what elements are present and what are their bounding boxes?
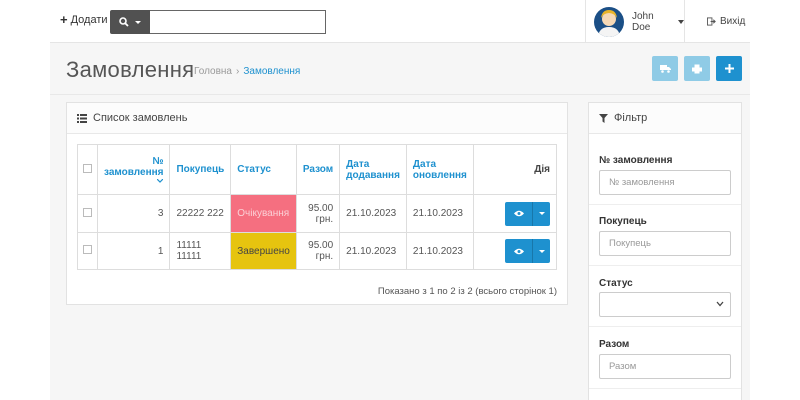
filter-heading: Фільтр [589, 103, 741, 134]
search-type-button[interactable] [110, 10, 150, 34]
order-no: 1 [96, 232, 171, 270]
breadcrumb: Головна › Замовлення [194, 66, 300, 77]
status-select[interactable] [599, 292, 731, 317]
top-navbar: + Додати John Doe Вихід [50, 0, 750, 43]
filter-panel: Фільтр № замовлення Покупець Статус Разо… [588, 102, 742, 400]
total-input[interactable] [599, 354, 731, 379]
date-added: 21.10.2023 [339, 194, 407, 233]
order-actions-dropdown[interactable] [532, 201, 550, 226]
column-header-order-no[interactable]: № замовлення [96, 144, 171, 195]
divider [589, 326, 741, 327]
select-all-cell [77, 144, 98, 195]
column-header-status[interactable]: Статус [230, 144, 297, 195]
chevron-down-icon [716, 301, 724, 307]
logout-icon [707, 17, 716, 26]
orders-table: № замовлення Покупець Статус Разом Дата … [77, 144, 558, 270]
search-input[interactable] [150, 10, 326, 34]
filter-icon [599, 113, 608, 123]
logout-link[interactable]: Вихід [707, 16, 745, 27]
order-actions-dropdown[interactable] [532, 239, 550, 263]
page-header: Замовлення Головна › Замовлення [50, 43, 750, 95]
column-header-customer[interactable]: Покупець [169, 144, 232, 195]
filter-title: Фільтр [614, 112, 648, 124]
date-added: 21.10.2023 [339, 232, 407, 270]
search-icon [119, 17, 129, 27]
date-modified: 21.10.2023 [405, 194, 474, 233]
order-no: 3 [96, 194, 171, 233]
print-icon [692, 64, 702, 73]
list-icon [77, 113, 87, 123]
chevron-down-icon [538, 212, 545, 215]
add-order-button[interactable] [716, 56, 742, 81]
row-checkbox[interactable] [83, 207, 92, 217]
plus-icon [724, 64, 734, 73]
column-header-action: Дія [472, 144, 558, 195]
user-menu[interactable]: John Doe [585, 0, 685, 43]
add-button[interactable]: + Додати [60, 12, 108, 27]
status-badge: Завершено [230, 232, 297, 270]
divider [589, 204, 741, 205]
date-modified: 21.10.2023 [405, 232, 474, 270]
breadcrumb-home[interactable]: Головна [194, 66, 232, 77]
column-header-date-modified[interactable]: Дата оновлення [405, 144, 474, 195]
user-name: John Doe [632, 10, 654, 33]
plus-icon: + [60, 12, 68, 27]
sort-down-icon [157, 179, 164, 183]
view-order-button[interactable] [505, 239, 532, 263]
add-label: Додати [70, 14, 108, 26]
total: 95.00 грн. [295, 232, 341, 270]
shipping-button[interactable] [652, 56, 678, 81]
pagination-info: Показано з 1 по 2 із 2 (всього сторінок … [377, 286, 557, 297]
breadcrumb-orders[interactable]: Замовлення [243, 66, 300, 77]
customer: 22222 222 [169, 194, 232, 233]
order-list-panel: Список замовлень № замовлення Покупець С… [66, 102, 568, 305]
breadcrumb-separator: › [236, 66, 240, 77]
column-header-date-added[interactable]: Дата додавання [339, 144, 407, 195]
status-label: Статус [599, 278, 633, 289]
divider [589, 265, 741, 266]
page-title: Замовлення [66, 57, 195, 82]
chevron-down-icon [678, 19, 684, 24]
chevron-down-icon [135, 20, 141, 24]
panel-title: Список замовлень [93, 112, 188, 124]
logout-label: Вихід [720, 16, 746, 27]
avatar [594, 6, 624, 37]
total: 95.00 грн. [295, 194, 341, 233]
eye-icon [513, 248, 524, 254]
eye-icon [513, 210, 524, 217]
divider [589, 388, 741, 389]
customer-input[interactable] [599, 231, 731, 256]
customer-label: Покупець [599, 216, 647, 227]
order-id-label: № замовлення [599, 155, 673, 166]
search-group [110, 10, 326, 34]
row-checkbox[interactable] [83, 245, 92, 254]
customer: 11111 11111 [169, 232, 232, 270]
print-button[interactable] [684, 56, 710, 81]
total-label: Разом [599, 339, 630, 350]
truck-icon [659, 65, 671, 73]
view-order-button[interactable] [505, 201, 532, 226]
select-all-checkbox[interactable] [83, 163, 92, 173]
column-header-total[interactable]: Разом [295, 144, 341, 195]
table-row: 1 11111 11111 Завершено 95.00 грн. 21.10… [77, 232, 558, 270]
chevron-down-icon [538, 249, 545, 253]
order-id-input[interactable] [599, 170, 731, 195]
panel-heading: Список замовлень [67, 103, 567, 134]
status-badge: Очікування [230, 194, 297, 233]
table-row: 3 22222 222 Очікування 95.00 грн. 21.10.… [77, 194, 558, 233]
